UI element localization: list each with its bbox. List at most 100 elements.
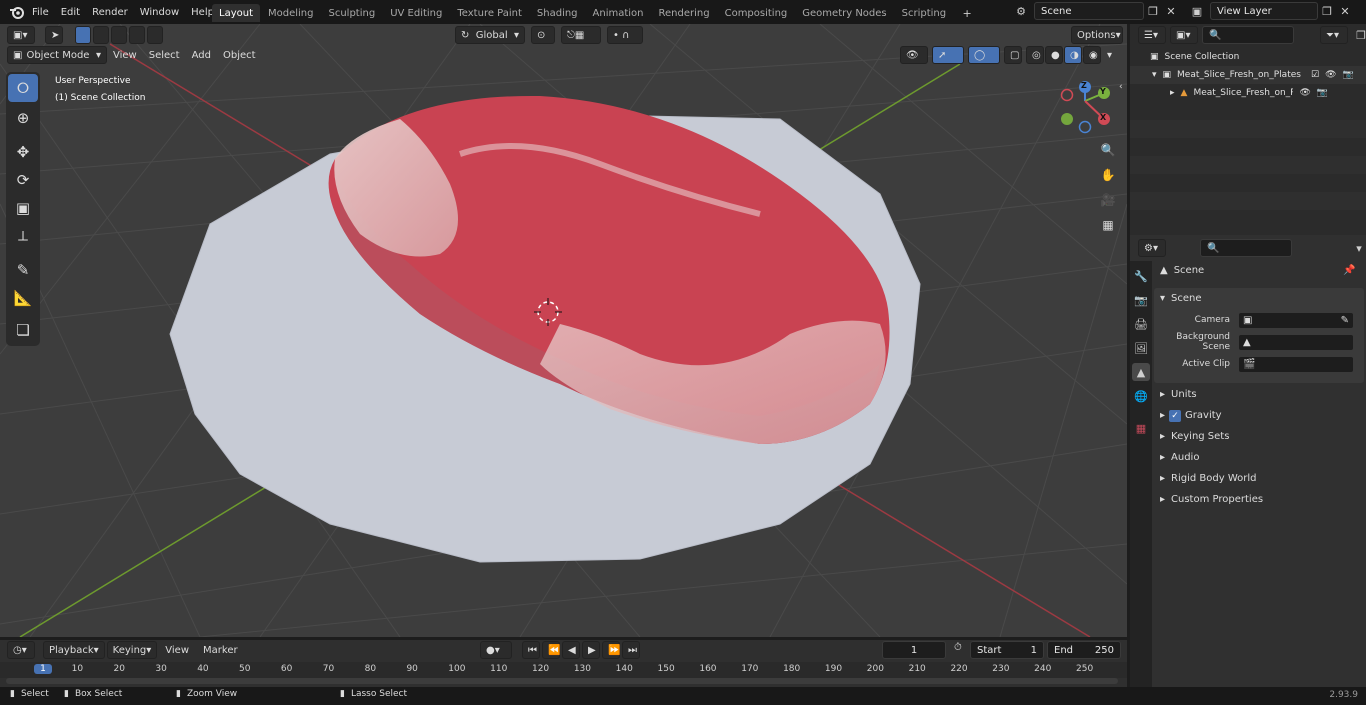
properties-editor-type-icon[interactable]: ⚙▾: [1138, 239, 1166, 257]
select-box-tool-icon[interactable]: ⭘: [8, 74, 38, 102]
rotate-tool-icon[interactable]: ⟳: [8, 166, 38, 194]
timeline-view-menu[interactable]: View: [159, 641, 195, 659]
solid-shading-icon[interactable]: ●: [1045, 46, 1063, 64]
eyedropper-icon[interactable]: ✎: [1341, 315, 1349, 326]
transform-tool-icon[interactable]: ⟂: [8, 222, 38, 250]
cursor-tool-icon[interactable]: ⊕: [8, 104, 38, 132]
select-subtract-icon[interactable]: [111, 26, 127, 44]
view-layer-icon[interactable]: ▣: [1188, 2, 1206, 20]
menu-window[interactable]: Window: [134, 2, 185, 22]
view-layer-tab-icon[interactable]: 🖼: [1132, 339, 1150, 357]
menu-object[interactable]: Object: [217, 46, 262, 64]
outliner-row-collection[interactable]: ▾ ▣ Meat_Slice_Fresh_on_Plates ☑ 👁 📷: [1130, 66, 1366, 84]
new-view-layer-icon[interactable]: ❐: [1318, 2, 1336, 20]
play-icon[interactable]: ▶: [582, 641, 600, 659]
tab-shading[interactable]: Shading: [530, 4, 585, 22]
tab-geometry-nodes[interactable]: Geometry Nodes: [795, 4, 893, 22]
render-tab-icon[interactable]: 📷: [1132, 291, 1150, 309]
select-extend-icon[interactable]: [93, 26, 109, 44]
background-scene-field[interactable]: ▲: [1238, 333, 1354, 351]
tab-scripting[interactable]: Scripting: [895, 4, 953, 22]
properties-search-input[interactable]: 🔍: [1200, 239, 1292, 257]
zoom-icon[interactable]: 🔍: [1097, 139, 1119, 161]
timeline-editor-type-icon[interactable]: ◷▾: [7, 641, 35, 659]
tab-sculpting[interactable]: Sculpting: [322, 4, 383, 22]
exclude-checkbox-icon[interactable]: ☑: [1311, 70, 1319, 80]
delete-scene-icon[interactable]: ✕: [1162, 2, 1180, 20]
outliner-row-scene-collection[interactable]: ▣ Scene Collection: [1150, 49, 1239, 65]
section-units[interactable]: ▸ Units: [1154, 384, 1364, 405]
eye-icon[interactable]: 👁: [1299, 88, 1310, 98]
menu-file[interactable]: File: [26, 2, 55, 22]
view-layer-field[interactable]: View Layer: [1210, 2, 1318, 20]
menu-render[interactable]: Render: [86, 2, 134, 22]
new-scene-icon[interactable]: ❐: [1144, 2, 1162, 20]
menu-view[interactable]: View: [107, 46, 143, 64]
tab-animation[interactable]: Animation: [586, 4, 651, 22]
proportional-edit-icon[interactable]: • ∩: [607, 26, 643, 44]
select-new-icon[interactable]: [75, 26, 91, 44]
start-frame-field[interactable]: Start 1: [970, 641, 1044, 659]
scene-panel-header[interactable]: ▾ Scene: [1154, 288, 1364, 309]
camera-view-icon[interactable]: 🎥: [1097, 189, 1119, 211]
output-tab-icon[interactable]: 🖨: [1132, 315, 1150, 333]
play-reverse-icon[interactable]: ◀: [562, 641, 580, 659]
select-intersect-icon[interactable]: [147, 26, 163, 44]
keying-menu[interactable]: Keying ▾: [106, 641, 158, 659]
scene-selector-icon[interactable]: ⚙: [1012, 2, 1030, 20]
filter-icon[interactable]: ⏷▾: [1320, 26, 1348, 44]
scene-tab-icon[interactable]: ▲: [1132, 363, 1150, 381]
gravity-checkbox[interactable]: ✓: [1169, 409, 1182, 422]
shading-options-icon[interactable]: ▾: [1105, 46, 1114, 64]
timeline-ruler[interactable]: 1 10 20 30 40 50 60 70 80 90 100 110 120 130 140 150 160…: [0, 662, 1127, 678]
end-frame-field[interactable]: End 250: [1047, 641, 1121, 659]
expand-down-icon[interactable]: ▾: [1152, 70, 1157, 80]
tab-modeling[interactable]: Modeling: [261, 4, 321, 22]
next-keyframe-icon[interactable]: ⏩: [602, 641, 620, 659]
menu-edit[interactable]: Edit: [55, 2, 86, 22]
expand-right-icon[interactable]: ▸: [1170, 88, 1175, 98]
world-tab-icon[interactable]: 🌐: [1132, 387, 1150, 405]
tab-uv-editing[interactable]: UV Editing: [383, 4, 449, 22]
new-collection-icon[interactable]: ❐: [1352, 26, 1366, 44]
gizmo-toggle-icon[interactable]: ➚: [932, 46, 964, 64]
menu-select[interactable]: Select: [143, 46, 186, 64]
sidebar-toggle-icon[interactable]: ‹: [1119, 82, 1123, 92]
render-camera-icon[interactable]: 📷: [1317, 88, 1328, 98]
menu-add[interactable]: Add: [186, 46, 217, 64]
transform-orientation-dropdown[interactable]: ↻ Global ▾: [455, 26, 525, 44]
timeline-scrollbar[interactable]: [6, 678, 1118, 684]
auto-keying-icon[interactable]: ●▾: [480, 641, 512, 659]
display-mode-icon[interactable]: ▣▾: [1170, 26, 1198, 44]
scene-name-field[interactable]: Scene: [1034, 2, 1144, 20]
options-button[interactable]: Options ▾: [1071, 26, 1123, 44]
tool-tab-icon[interactable]: 🔧: [1132, 267, 1150, 285]
measure-tool-icon[interactable]: 📐: [8, 284, 38, 312]
prev-keyframe-icon[interactable]: ⏪: [542, 641, 560, 659]
pan-hand-icon[interactable]: ✋: [1097, 164, 1119, 186]
ortho-grid-icon[interactable]: ▦: [1097, 214, 1119, 236]
scale-tool-icon[interactable]: ▣: [8, 194, 38, 222]
3d-viewport[interactable]: ▣▾ ➤ ↻ Global ▾ ⊙ ⎋▦ • ∩ Options ▾ ▣ Obj…: [0, 24, 1127, 637]
rendered-shading-icon[interactable]: ◉: [1083, 46, 1101, 64]
section-keying-sets[interactable]: ▸ Keying Sets: [1154, 426, 1364, 447]
section-audio[interactable]: ▸ Audio: [1154, 447, 1364, 468]
add-workspace-button[interactable]: +: [958, 4, 976, 22]
editor-type-icon[interactable]: ▣▾: [7, 26, 35, 44]
active-clip-field[interactable]: 🎬: [1238, 355, 1354, 373]
add-cube-tool-icon[interactable]: ❏: [8, 316, 38, 344]
tab-compositing[interactable]: Compositing: [718, 4, 795, 22]
jump-end-icon[interactable]: ⏭: [622, 641, 640, 659]
xray-toggle-icon[interactable]: ▢: [1004, 46, 1022, 64]
preview-range-icon[interactable]: ⏱: [954, 642, 962, 653]
timeline-marker-menu[interactable]: Marker: [197, 641, 244, 659]
outliner-editor-type-icon[interactable]: ☰▾: [1138, 26, 1166, 44]
tab-texture-paint[interactable]: Texture Paint: [450, 4, 529, 22]
texture-tab-icon[interactable]: ▦: [1132, 419, 1150, 437]
delete-view-layer-icon[interactable]: ✕: [1336, 2, 1354, 20]
wireframe-shading-icon[interactable]: ◎: [1026, 46, 1044, 64]
tab-layout[interactable]: Layout: [212, 4, 260, 22]
pin-icon[interactable]: 📌: [1343, 265, 1355, 276]
section-rigid-body-world[interactable]: ▸ Rigid Body World: [1154, 468, 1364, 489]
navigation-gizmo[interactable]: Z Y X: [1055, 79, 1115, 139]
